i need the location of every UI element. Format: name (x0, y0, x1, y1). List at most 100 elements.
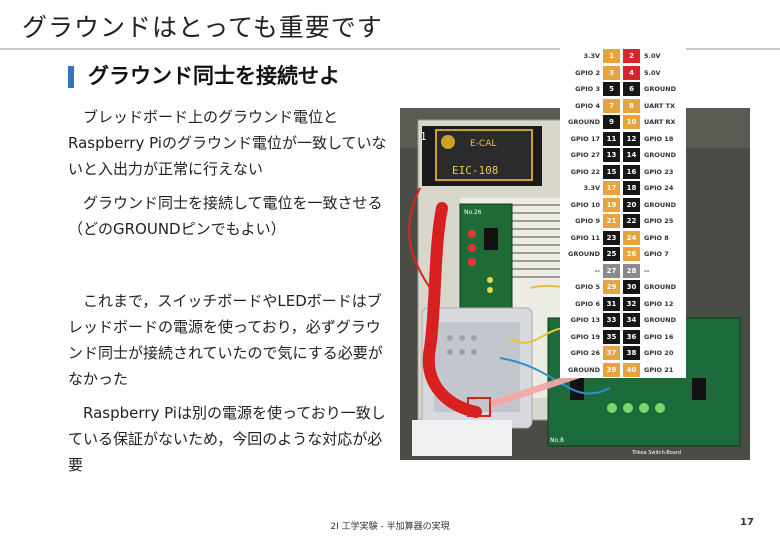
pin-label-left: GPIO 6 (575, 299, 600, 308)
pin-label-left: GPIO 9 (575, 217, 600, 225)
pinout-row: 3.3V 1 2 5.0V (560, 48, 686, 64)
pinout-row: GROUND 25 26 GPIO 7 (560, 246, 686, 262)
pin-number-even: 20 (623, 197, 640, 212)
subtitle-accent-bar (68, 66, 74, 88)
pin-number-even: 8 (623, 98, 640, 113)
pin-number-even: 2 (623, 49, 640, 63)
pin-label-left: GPIO 2 (575, 68, 600, 77)
pin-number-odd: 1 (603, 49, 620, 63)
pinout-row: GROUND 9 10 UART RX (560, 114, 686, 130)
pin-label-right: GPIO 25 (644, 217, 674, 225)
pin-number-even: 10 (623, 115, 640, 129)
pin-label-left: GPIO 13 (570, 316, 600, 324)
pin-label-left: GPIO 19 (570, 332, 600, 341)
pin-label-right: GROUND (644, 151, 676, 159)
pin-number-odd: 19 (603, 197, 620, 212)
pin-label-right: GPIO 20 (644, 349, 674, 357)
pinout-row: GPIO 10 19 20 GROUND (560, 197, 686, 213)
pinout-row: GPIO 13 33 34 GROUND (560, 312, 686, 328)
pinout-row: 3.3V 17 18 GPIO 24 (560, 180, 686, 196)
pin-number-odd: 29 (603, 280, 620, 294)
page-number: 17 (740, 517, 754, 528)
pin-number-even: 24 (623, 230, 640, 245)
pin-label-left: GROUND (568, 250, 600, 258)
pinout-row: GPIO 17 11 12 GPIO 18 (560, 131, 686, 147)
pin-label-left: GPIO 17 (570, 134, 600, 143)
pin-label-right: GPIO 21 (644, 365, 674, 374)
pin-label-right: GROUND (644, 85, 676, 93)
pin-label-right: GPIO 23 (644, 167, 674, 176)
pinout-row: GPIO 6 31 32 GPIO 12 (560, 296, 686, 312)
pinout-row: GPIO 22 15 16 GPIO 23 (560, 164, 686, 180)
pin-number-odd: 27 (603, 263, 620, 278)
slide-footer: 2I 工学実験 - 半加算器の実現 (330, 522, 450, 532)
pin-number-odd: 23 (603, 230, 620, 245)
pin-number-odd: 25 (603, 247, 620, 261)
pin-label-left: 3.3V (583, 52, 600, 60)
pin-label-right: 5.0V (644, 52, 661, 60)
pin-label-right: GPIO 12 (644, 299, 674, 308)
pinout-row: GPIO 9 21 22 GPIO 25 (560, 213, 686, 229)
pinout-row: GPIO 5 29 30 GROUND (560, 279, 686, 295)
pinout-row: GPIO 11 23 24 GPIO 8 (560, 230, 686, 246)
pin-label-right: GPIO 7 (644, 250, 669, 258)
pin-number-even: 40 (623, 362, 640, 377)
pin-number-even: 36 (623, 329, 640, 344)
slide-title: グラウンドはとっても重要です (22, 13, 383, 42)
pinout-row: GPIO 19 35 36 GPIO 16 (560, 329, 686, 345)
pin-label-left: GPIO 4 (575, 101, 600, 110)
pin-label-right: GROUND (644, 200, 676, 209)
pin-label-right: GPIO 16 (644, 332, 674, 341)
pin-label-right: UART RX (644, 118, 676, 126)
pin-label-left: GPIO 22 (570, 167, 600, 176)
body-paragraph-4: Raspberry Piは別の電源を使っており一致している保証がないため，今回の… (68, 404, 386, 474)
pin-number-even: 28 (623, 263, 640, 278)
pinout-row: GROUND 39 40 GPIO 21 (560, 362, 686, 378)
board-model-label: EIC-108 (452, 164, 498, 177)
board-top-label: E-CAL (470, 139, 496, 149)
gpio-pinout-chart: 3.3V 1 2 5.0V GPIO 2 3 4 5.0V GPIO 3 5 6 GROUND GPIO… (560, 48, 686, 378)
pinout-row: -- 27 28 -- (560, 263, 686, 279)
pin-label-right: GPIO 8 (644, 233, 669, 242)
pin-number-odd: 13 (603, 148, 620, 162)
pin-label-right: GPIO 24 (644, 184, 674, 192)
pin-number-odd: 9 (603, 115, 620, 129)
switch-board-label: No.26 (464, 209, 482, 216)
pin-number-even: 38 (623, 346, 640, 360)
pin-number-odd: 21 (603, 214, 620, 228)
pinout-row: GPIO 3 5 6 GROUND (560, 81, 686, 97)
pin-label-left: GROUND (568, 365, 600, 374)
slide-subtitle: グラウンド同士を接続せよ (88, 64, 340, 88)
pin-number-even: 14 (623, 148, 640, 162)
pin-label-right: UART TX (644, 101, 675, 110)
pin-label-left: GPIO 26 (570, 349, 600, 357)
pin-number-odd: 7 (603, 98, 620, 113)
pin-label-left: GPIO 27 (570, 151, 600, 159)
led-board-name: Trikea Switch-Board (631, 450, 681, 456)
pin-label-right: GROUND (644, 316, 676, 324)
pin-label-right: GROUND (644, 283, 676, 291)
body-paragraph-1: ブレッドボード上のグラウンド電位とRaspberry Piのグラウンド電位が一致… (68, 108, 387, 178)
pin-number-odd: 33 (603, 313, 620, 327)
pin-number-even: 30 (623, 280, 640, 294)
pinout-row: GPIO 26 37 38 GPIO 20 (560, 345, 686, 361)
pin-number-odd: 17 (603, 181, 620, 195)
body-paragraph-3: これまで，スイッチボードやLEDボードはブレッドボードの電源を使っており，必ずグ… (68, 292, 383, 388)
pin-number-odd: 31 (603, 296, 620, 311)
pin-label-left: -- (594, 266, 600, 275)
pin-number-odd: 5 (603, 82, 620, 96)
pin-label-left: GPIO 5 (575, 283, 600, 291)
pin-label-right: 5.0V (644, 68, 661, 77)
pin-number-even: 6 (623, 82, 640, 96)
pin-label-left: 3.3V (583, 184, 600, 192)
pin-number-even: 32 (623, 296, 640, 311)
pin-number-odd: 3 (603, 65, 620, 80)
board-id-label: 1 (420, 130, 427, 143)
pin-number-even: 34 (623, 313, 640, 327)
pin-label-left: GROUND (568, 118, 600, 126)
pin-number-odd: 37 (603, 346, 620, 360)
pin-label-left: GPIO 11 (570, 233, 600, 242)
pinout-row: GPIO 4 7 8 UART TX (560, 98, 686, 114)
pinout-row: GPIO 2 3 4 5.0V (560, 65, 686, 81)
pin-number-odd: 15 (603, 164, 620, 179)
